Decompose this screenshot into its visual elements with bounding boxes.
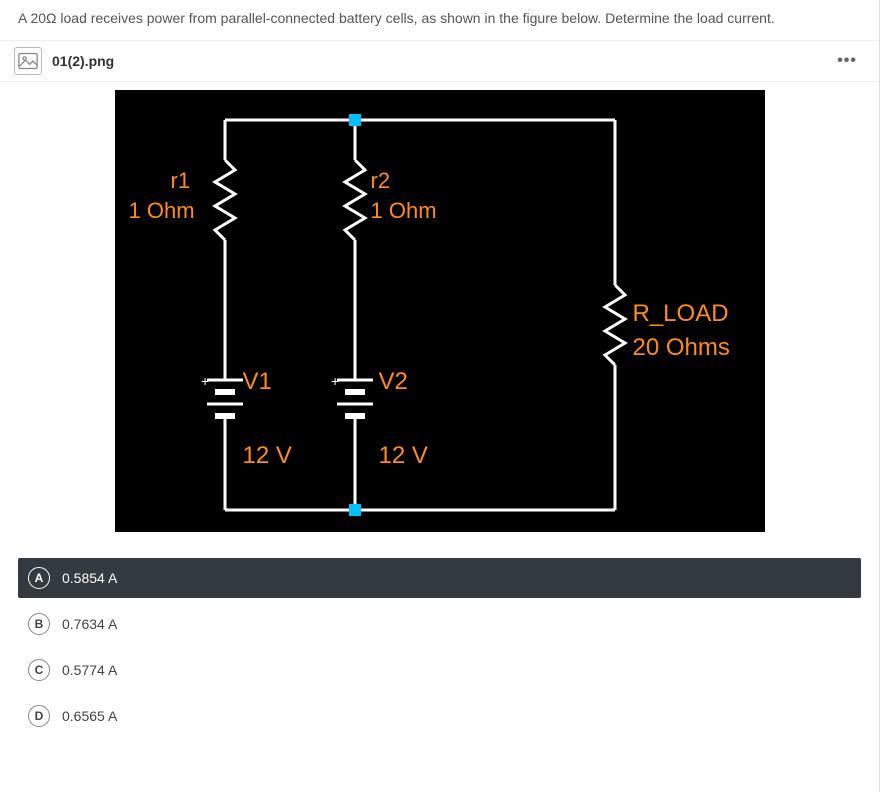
- option-letter: B: [28, 613, 50, 635]
- option-text: 0.6565 A: [62, 708, 117, 724]
- r1-value-label: 1 Ohm: [129, 198, 195, 224]
- diagram-container: + + r1 1 Ohm r2 1 Ohm V1 12 V V2 12 V R_…: [0, 82, 879, 544]
- option-letter: D: [28, 705, 50, 727]
- rload-name-label: R_LOAD: [633, 300, 729, 328]
- r2-name-label: r2: [371, 168, 391, 194]
- r2-value-label: 1 Ohm: [371, 198, 437, 224]
- v1-value-label: 12 V: [243, 442, 292, 470]
- question-text: A 20Ω load receives power from parallel-…: [0, 0, 879, 40]
- attachment-info[interactable]: 01(2).png: [14, 47, 114, 75]
- answer-options: A 0.5854 A B 0.7634 A C 0.5774 A D 0.656…: [0, 544, 879, 750]
- question-page: A 20Ω load receives power from parallel-…: [0, 0, 880, 792]
- r1-name-label: r1: [171, 168, 191, 194]
- option-a[interactable]: A 0.5854 A: [18, 558, 861, 598]
- v1-name-label: V1: [243, 368, 272, 396]
- image-icon: [14, 47, 42, 75]
- option-text: 0.5854 A: [62, 570, 117, 586]
- v2-value-label: 12 V: [379, 442, 428, 470]
- option-b[interactable]: B 0.7634 A: [18, 604, 861, 644]
- more-options-button[interactable]: •••: [833, 48, 861, 74]
- circuit-diagram: + + r1 1 Ohm r2 1 Ohm V1 12 V V2 12 V R_…: [115, 90, 765, 532]
- option-text: 0.7634 A: [62, 616, 117, 632]
- v2-name-label: V2: [379, 368, 408, 396]
- rload-value-label: 20 Ohms: [633, 334, 730, 362]
- svg-text:+: +: [331, 373, 339, 389]
- option-c[interactable]: C 0.5774 A: [18, 650, 861, 690]
- svg-text:+: +: [201, 373, 209, 389]
- attachment-bar: 01(2).png •••: [0, 40, 879, 82]
- option-text: 0.5774 A: [62, 662, 117, 678]
- option-d[interactable]: D 0.6565 A: [18, 696, 861, 736]
- attachment-filename: 01(2).png: [52, 53, 114, 69]
- option-letter: C: [28, 659, 50, 681]
- option-letter: A: [28, 567, 50, 589]
